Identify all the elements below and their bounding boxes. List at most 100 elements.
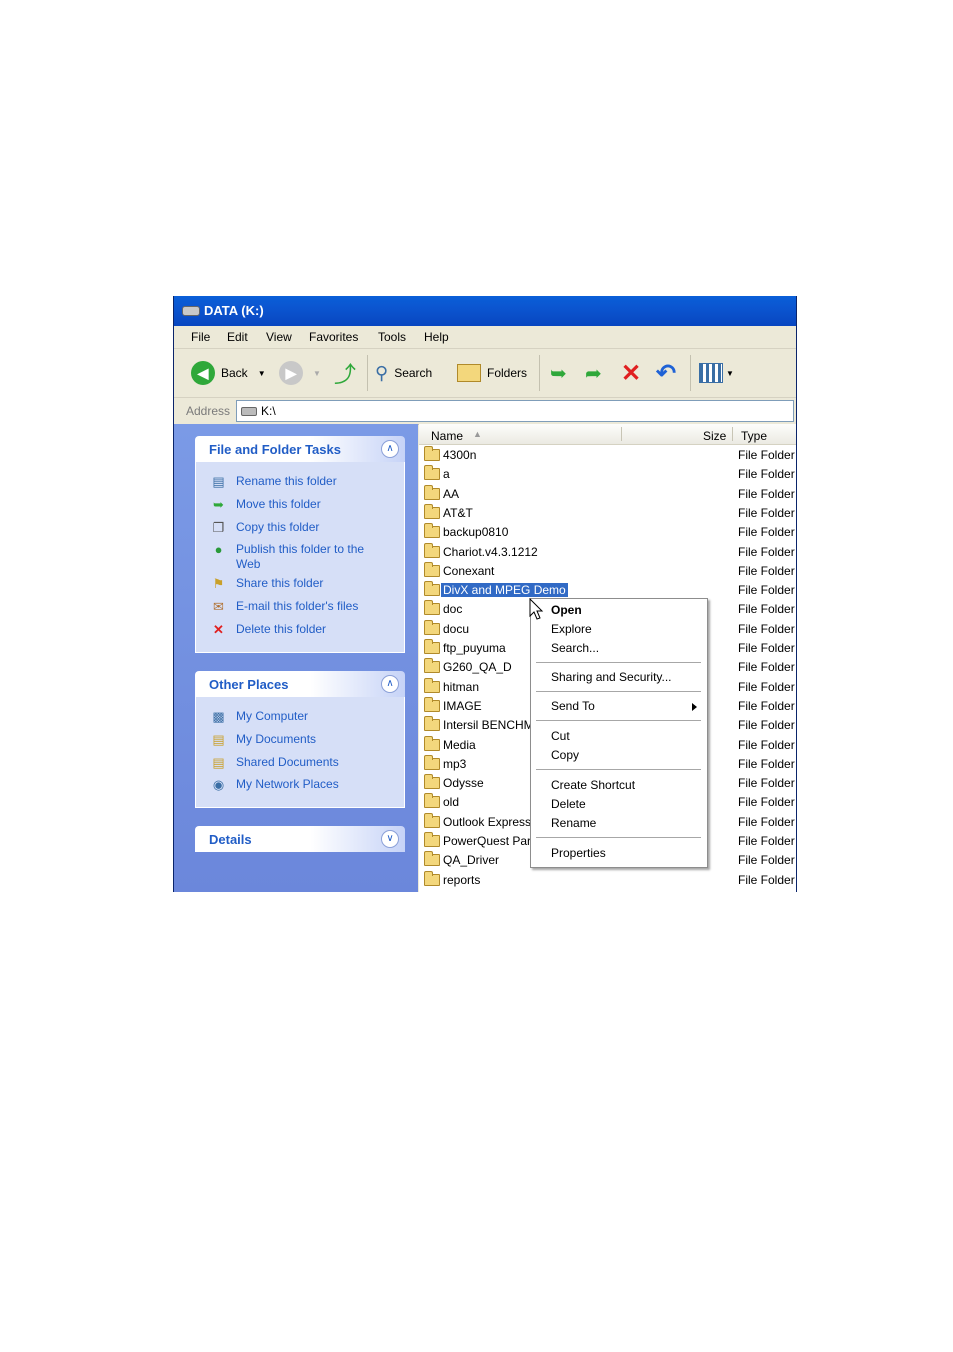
folder-icon [424,465,440,481]
task-move-folder[interactable]: ➥ Move this folder [210,497,321,512]
file-name: QA_Driver [443,853,500,868]
file-name: G260_QA_D [443,660,512,675]
documents-icon: ▤ [212,731,225,747]
file-name: Chariot.v4.3.1212 [443,544,538,559]
column-name[interactable]: Name [431,429,463,443]
menu-create-shortcut[interactable]: Create Shortcut [551,778,635,792]
file-name: DivX and MPEG Demo [441,583,568,598]
panel-header[interactable]: Other Places ∧ [195,671,405,697]
back-dropdown-icon[interactable]: ▼ [258,369,266,378]
task-rename-folder[interactable]: ▤ Rename this folder [210,474,336,489]
menu-tools[interactable]: Tools [378,330,406,344]
expand-chevron-icon[interactable]: ∨ [381,830,399,848]
column-size[interactable]: Size [703,429,726,443]
move-to-button[interactable]: ➥ [550,361,567,385]
file-row[interactable]: 4300n File Folder [419,446,796,465]
file-row[interactable]: AA File Folder [419,484,796,504]
task-copy-folder[interactable]: ❐ Copy this folder [210,519,320,535]
file-type: File Folder [738,467,795,482]
file-type: File Folder [738,718,795,733]
task-label: E-mail this folder's files [236,599,359,613]
folder-icon [424,542,440,558]
menu-properties[interactable]: Properties [551,846,606,860]
menu-search[interactable]: Search... [551,641,599,655]
task-label: Share this folder [236,576,324,590]
copy-icon: ❐ [212,519,225,535]
file-row[interactable]: a File Folder [419,465,796,484]
file-name: reports [443,872,481,887]
file-row[interactable]: Chariot.v4.3.1212 File Folder [419,542,796,562]
folder-icon [424,658,440,674]
column-divider[interactable] [732,427,733,441]
task-share-folder[interactable]: ⚑ Share this folder [210,576,324,591]
panel-header[interactable]: Details ∨ [195,826,405,852]
file-folder-tasks-panel: File and Folder Tasks ∧ ▤ Rename this fo… [195,436,405,653]
place-label: My Documents [236,732,317,746]
file-type: File Folder [738,486,795,501]
folder-icon [424,600,440,616]
menu-delete[interactable]: Delete [551,797,586,811]
file-name: Intersil BENCHM [443,718,534,733]
email-icon: ✉ [213,598,224,614]
column-divider[interactable] [621,427,622,441]
menu-explore[interactable]: Explore [551,622,592,636]
back-button[interactable]: ◀ Back ▼ [191,361,266,385]
undo-button[interactable]: ↶ [656,360,676,387]
address-field[interactable]: K:\ [236,400,794,422]
panel-header[interactable]: File and Folder Tasks ∧ [195,436,405,462]
task-publish-folder[interactable]: ● Publish this folder to the Web [210,542,376,572]
forward-button[interactable]: ▶ ▼ [279,361,321,385]
menu-sharing-security[interactable]: Sharing and Security... [551,670,672,684]
file-type: File Folder [738,872,795,887]
task-delete-folder[interactable]: ✕ Delete this folder [210,622,326,637]
menu-copy[interactable]: Copy [551,748,579,762]
file-type: File Folder [738,621,795,636]
collapse-chevron-icon[interactable]: ∧ [381,675,399,693]
menu-view[interactable]: View [266,330,292,344]
file-type: File Folder [738,525,795,540]
file-row[interactable]: AT&T File Folder [419,503,796,523]
copy-to-button[interactable]: ➦ [585,361,602,385]
file-row[interactable]: backup0810 File Folder [419,523,796,542]
file-row[interactable]: Conexant File Folder [419,561,796,581]
task-email-files[interactable]: ✉ E-mail this folder's files [210,599,358,614]
details-panel: Details ∨ [195,826,405,852]
file-name: ftp_puyuma [443,641,506,655]
toolbar-separator [367,355,368,391]
views-dropdown-icon: ▼ [726,368,734,378]
place-my-documents[interactable]: ▤ My Documents [210,732,316,747]
menu-send-to[interactable]: Send To [551,699,595,713]
place-shared-documents[interactable]: ▤ Shared Documents [210,754,338,770]
file-type: File Folder [738,756,795,771]
place-my-computer[interactable]: ▩ My Computer [210,709,308,724]
file-type: File Folder [738,660,795,675]
toolbar-separator [690,355,691,391]
views-button[interactable]: ▼ [699,361,734,385]
up-folder-button[interactable]: ⤴ [334,361,356,387]
globe-icon: ● [214,542,223,557]
menu-edit[interactable]: Edit [227,330,248,344]
delete-x-icon: ✕ [621,359,642,387]
menu-favorites[interactable]: Favorites [309,330,358,344]
sort-ascending-icon: ▲ [473,429,482,439]
menu-file[interactable]: File [191,330,210,344]
delete-button[interactable]: ✕ [621,359,642,387]
folders-button[interactable]: Folders [457,361,527,385]
place-my-network-places[interactable]: ◉ My Network Places [210,777,339,792]
file-name: Outlook Express [443,814,532,829]
menu-cut[interactable]: Cut [551,729,570,743]
search-button[interactable]: ⚲ Search [375,361,432,385]
menu-separator [536,720,701,721]
menu-help[interactable]: Help [424,330,449,344]
menu-rename[interactable]: Rename [551,816,596,830]
folder-icon [424,639,440,654]
menu-separator [536,691,701,692]
title-bar[interactable]: DATA (K:) [174,296,796,326]
move-to-icon: ➥ [550,362,567,385]
file-row[interactable]: reports File Folder [419,870,796,890]
menu-open[interactable]: Open [551,603,582,617]
collapse-chevron-icon[interactable]: ∧ [381,440,399,458]
column-type[interactable]: Type [741,429,767,443]
file-name: Media [443,737,476,752]
folder-icon: ▤ [212,754,225,770]
